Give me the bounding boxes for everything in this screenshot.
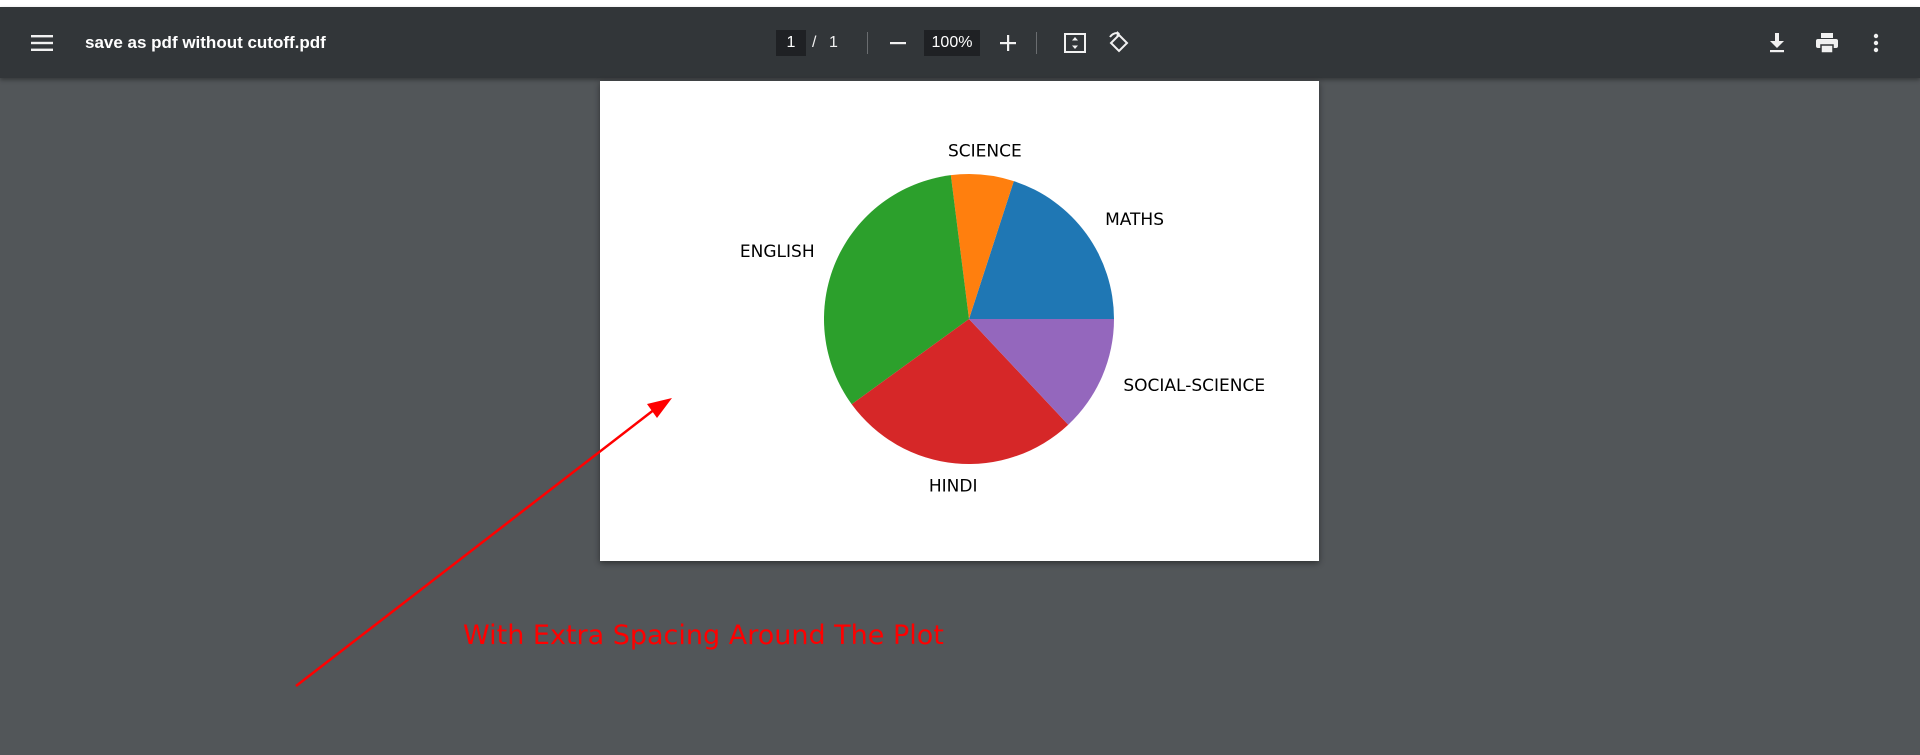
pie-label-science: SCIENCE: [948, 142, 1022, 162]
toolbar-divider: [867, 32, 868, 54]
more-vert-icon[interactable]: [1864, 27, 1888, 59]
pie-label-social-science: SOCIAL-SCIENCE: [1123, 376, 1265, 396]
document-title: save as pdf without cutoff.pdf: [85, 33, 326, 52]
page-total: 1: [829, 34, 838, 51]
pie-label-english: ENGLISH: [740, 242, 815, 262]
download-icon[interactable]: [1762, 27, 1792, 59]
pie-chart: MATHS SCIENCE ENGLISH HINDI SOCIAL-SCIENCE: [740, 142, 1265, 497]
page-separator: /: [812, 34, 817, 51]
window-top-strip: [0, 0, 1920, 7]
pie-label-hindi: HINDI: [929, 476, 978, 496]
plus-icon[interactable]: [994, 28, 1022, 58]
rotate-icon[interactable]: [1104, 27, 1134, 59]
pie-label-maths: MATHS: [1105, 210, 1164, 230]
print-icon[interactable]: [1811, 27, 1843, 59]
page-number-input[interactable]: 1: [776, 30, 806, 56]
zoom-level-input[interactable]: 100%: [924, 30, 980, 56]
fit-to-page-icon[interactable]: [1060, 27, 1090, 59]
pdf-toolbar: save as pdf without cutoff.pdf 1 / 1 100…: [0, 7, 1920, 78]
minus-icon[interactable]: [884, 28, 912, 58]
pdf-page: MATHS SCIENCE ENGLISH HINDI SOCIAL-SCIENCE: [600, 81, 1319, 561]
annotation-text: With Extra Spacing Around The Plot: [463, 620, 944, 651]
toolbar-divider: [1036, 32, 1037, 54]
menu-icon[interactable]: [26, 28, 58, 58]
